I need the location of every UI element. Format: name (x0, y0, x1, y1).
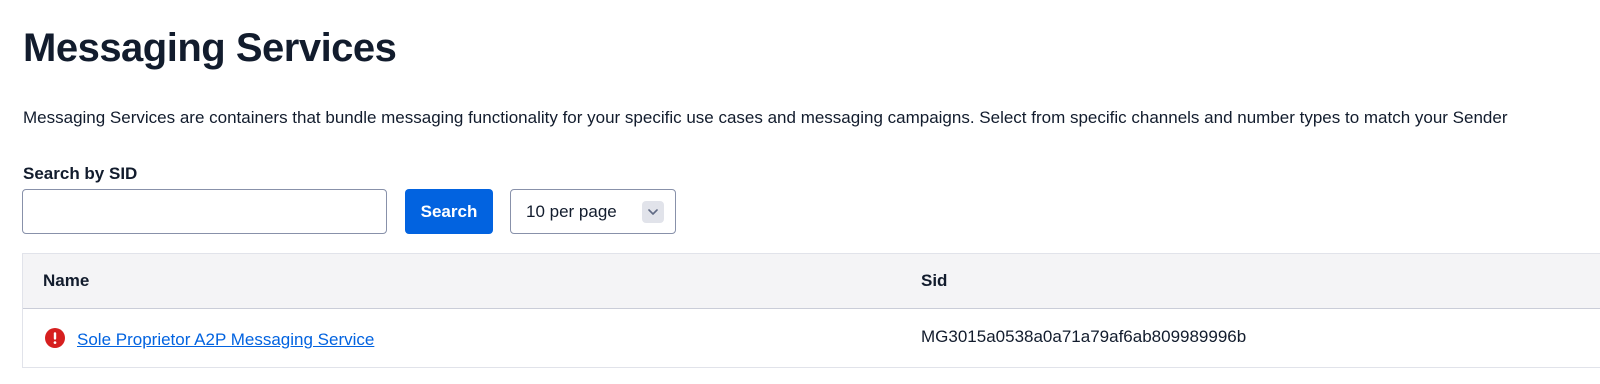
search-label: Search by SID (23, 164, 138, 183)
service-name-link[interactable]: Sole Proprietor A2P Messaging Service (77, 328, 374, 352)
per-page-select[interactable]: 10 per page (510, 189, 676, 234)
search-button[interactable]: Search (405, 189, 493, 234)
messaging-services-table: Name Sid Sole Proprietor A2P Messaging S… (22, 253, 1600, 368)
column-header-sid: Sid (921, 271, 948, 290)
per-page-value: 10 per page (526, 201, 617, 221)
table-header: Name Sid (23, 254, 1600, 309)
column-header-name: Name (43, 271, 90, 290)
chevron-down-icon (642, 201, 664, 223)
page-title: Messaging Services (23, 26, 397, 70)
service-sid: MG3015a0538a0a71a79af6ab809989996b (921, 327, 1247, 346)
page-description: Messaging Services are containers that b… (23, 108, 1508, 127)
error-icon (45, 328, 65, 348)
search-input[interactable] (22, 189, 387, 234)
table-row: Sole Proprietor A2P Messaging Service MG… (23, 309, 1600, 368)
